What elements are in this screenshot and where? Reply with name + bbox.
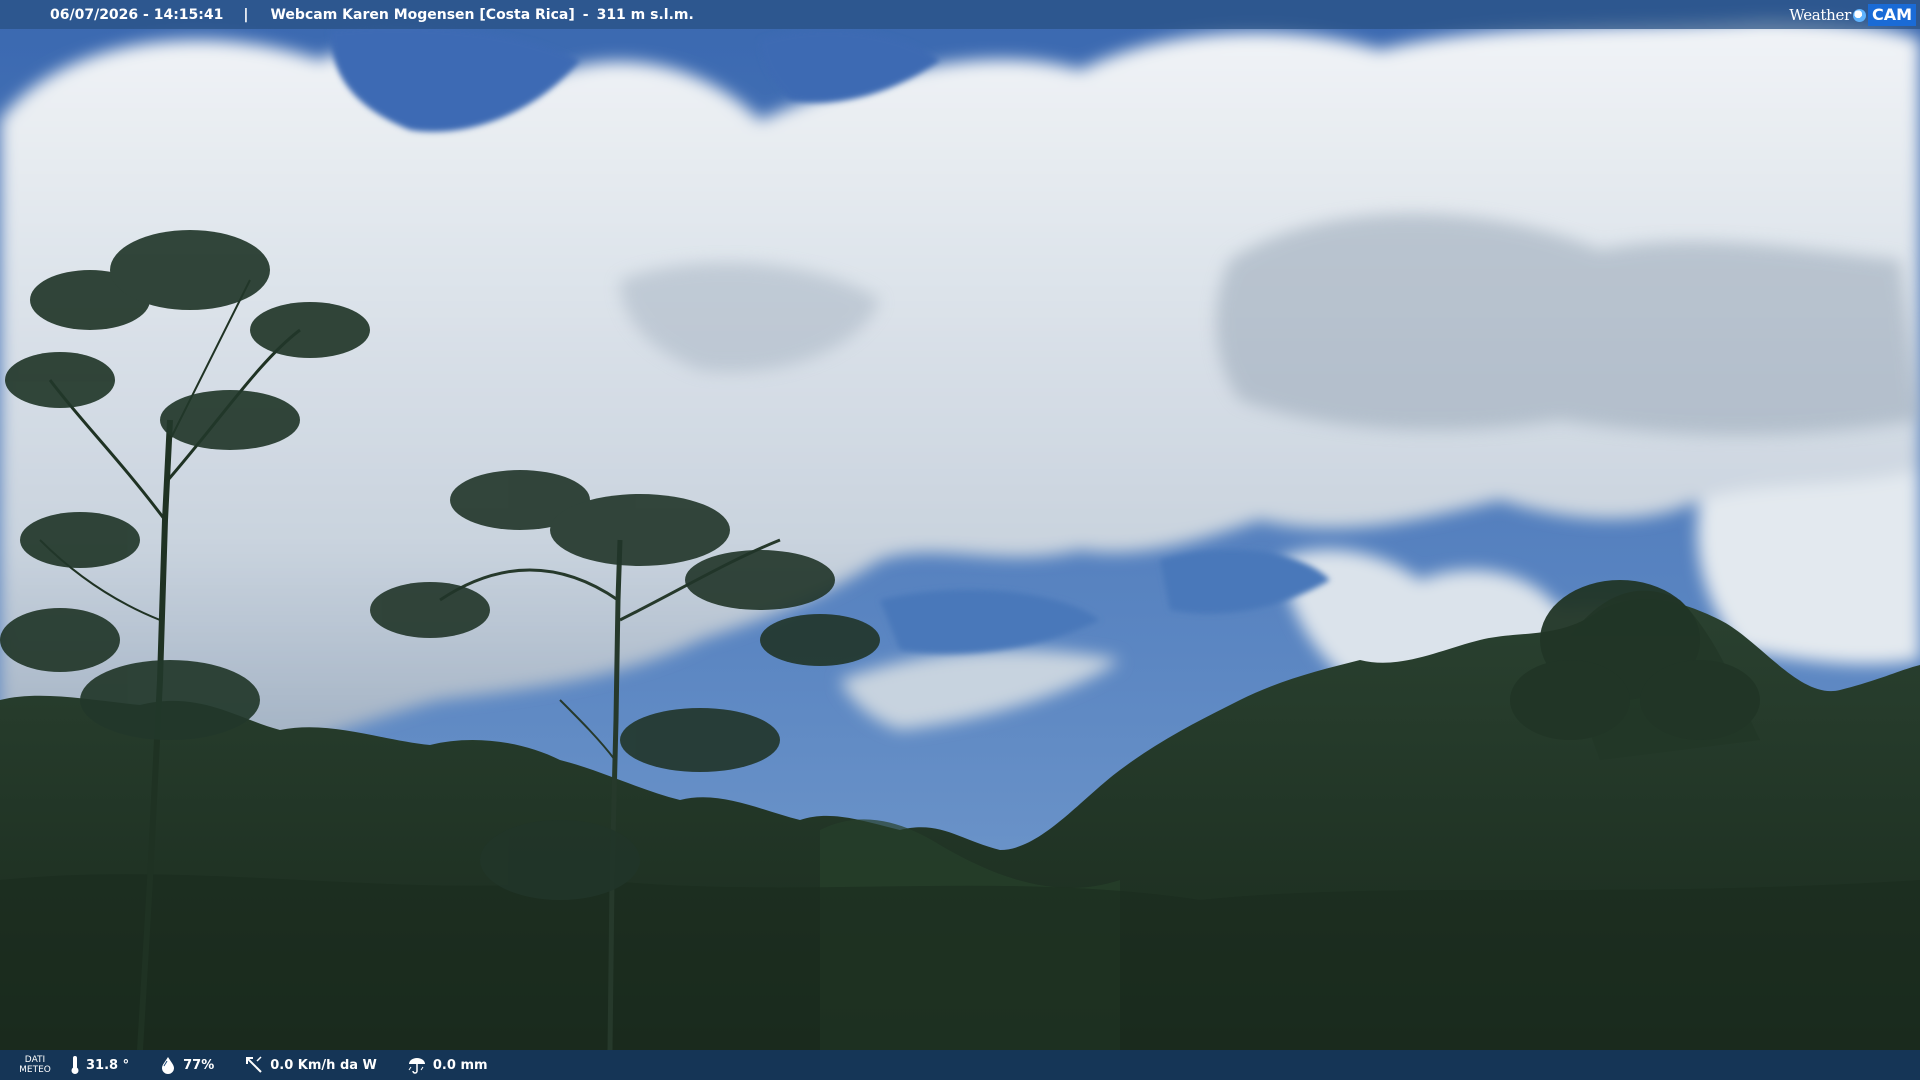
header-separator: | (243, 6, 249, 23)
altitude: 311 m s.l.m. (596, 6, 694, 23)
dati-meteo-label: DATI METEO (19, 1055, 51, 1075)
wind-value: 0.0 Km/h da W (270, 1057, 377, 1073)
header-dash: - (582, 6, 589, 23)
wind-icon (246, 1056, 262, 1073)
webcam-scene (0, 0, 1920, 1080)
thermometer-icon (71, 1056, 79, 1074)
weather-data-bar: DATI METEO 31.8 ° 77% 0.0 Km/h da W 0.0 … (0, 1050, 1920, 1080)
humidity-drop-icon (162, 1057, 175, 1074)
humidity-stat: 77% (159, 1056, 214, 1074)
webcam-name: Webcam Karen Mogensen [Costa Rica] (270, 6, 575, 23)
temperature-value: 31.8 ° (86, 1057, 130, 1073)
webcam-header-bar: 06/07/2026 - 14:15:41 | Webcam Karen Mog… (0, 0, 1920, 29)
globe-dot-icon (1852, 8, 1866, 22)
wind-stat: 0.0 Km/h da W (244, 1055, 377, 1075)
weathercam-logo[interactable]: Weather CAM (1789, 4, 1916, 26)
logo-weather-text: Weather (1789, 6, 1851, 24)
timestamp: 06/07/2026 - 14:15:41 (50, 6, 224, 23)
humidity-value: 77% (183, 1057, 215, 1073)
rain-value: 0.0 mm (432, 1057, 488, 1073)
temperature-stat: 31.8 ° (70, 1055, 129, 1075)
logo-cam-text: CAM (1867, 4, 1916, 26)
rain-stat: 0.0 mm (407, 1055, 488, 1075)
rain-icon (408, 1058, 425, 1074)
